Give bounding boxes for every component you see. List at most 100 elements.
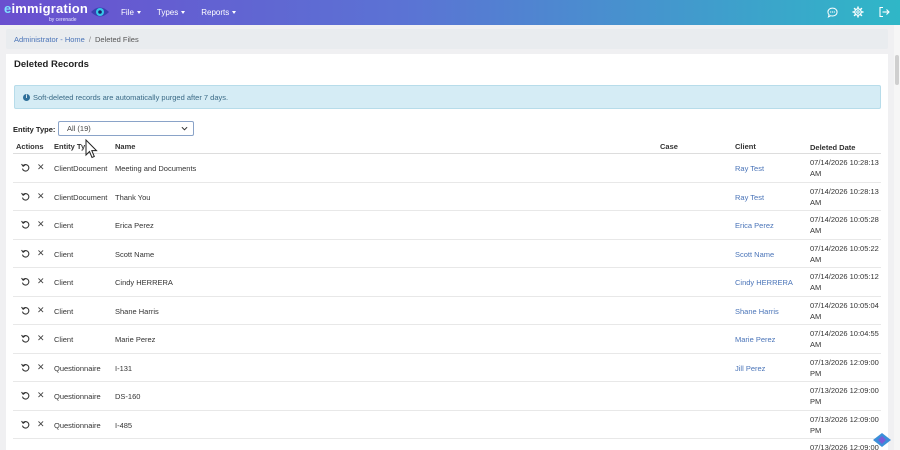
breadcrumb: Administrator - Home / Deleted Files	[6, 29, 888, 49]
permanent-delete-button[interactable]: ✕	[37, 163, 45, 172]
table-row: ✕ Questionnaire I-485 07/13/2026 12:09:00 P…	[13, 411, 881, 439]
col-entity-type[interactable]: Entity Ty	[54, 142, 85, 151]
table-row: ✕ Questionnaire DS-160 07/13/2026 12:09:00 …	[13, 382, 881, 411]
col-deleted-date[interactable]: Deleted Date	[810, 142, 880, 153]
col-client[interactable]: Client	[735, 142, 756, 151]
cell-name: Marie Perez	[115, 335, 156, 344]
logo-text: eimmigration	[4, 1, 89, 16]
cell-client-link[interactable]: Erica Perez	[735, 221, 774, 230]
cell-deleted-date: 07/14/2026 10:28:13 AM	[810, 158, 879, 178]
permanent-delete-button[interactable]: ✕	[37, 220, 45, 229]
cell-name: Cindy HERRERA	[115, 278, 173, 287]
restore-icon[interactable]	[21, 277, 30, 286]
permanent-delete-button[interactable]: ✕	[37, 277, 45, 286]
main-nav: File Types Reports	[121, 0, 237, 25]
breadcrumb-separator: /	[88, 34, 91, 44]
cell-client-link[interactable]: Cindy HERRERA	[735, 278, 793, 287]
restore-icon[interactable]	[21, 306, 30, 315]
chevron-down-icon	[181, 126, 188, 131]
cell-name: I-485	[115, 420, 133, 430]
nav-types[interactable]: Types	[157, 8, 186, 17]
table-row: ✕ Client Erica Perez Erica Perez 07/14/2026 …	[13, 211, 881, 240]
cell-entity-type: Client	[54, 249, 74, 259]
cell-entity-type: Questionnaire	[54, 392, 101, 401]
cell-deleted-date: 07/14/2026 10:04:55 AM	[810, 329, 879, 349]
cell-client-link[interactable]: Ray Test	[735, 164, 764, 173]
restore-icon[interactable]	[21, 334, 30, 343]
col-name[interactable]: Name	[115, 142, 135, 151]
page-title: Deleted Records	[14, 59, 89, 70]
entity-type-select[interactable]: All (19)	[58, 121, 194, 136]
table-row: ✕ ClientDocument Meeting and Documents Ray …	[13, 154, 881, 183]
permanent-delete-button[interactable]: ✕	[37, 305, 45, 314]
table-row: ✕ Client Marie Perez Marie Perez 07/14/2026 …	[13, 325, 881, 354]
cell-deleted-date: 07/14/2026 10:05:28 AM	[810, 215, 879, 235]
table-row: ✕ Questionnaire I-131 Jill Perez 07/13/2026 …	[13, 354, 881, 382]
cell-entity-type: Questionnaire	[54, 363, 101, 373]
table-row: ✕ Client Shane Harris Shane Harris 07/14/202…	[13, 297, 881, 325]
col-case[interactable]: Case	[660, 142, 678, 151]
info-alert: i Soft-deleted records are automatically…	[14, 85, 881, 109]
gear-icon[interactable]	[852, 5, 864, 19]
app-logo[interactable]: eimmigration by cerenade	[4, 1, 89, 24]
cell-deleted-date: 07/13/2026 12:09:00 PM	[810, 357, 879, 378]
table-row: ✕ Client Scott Name Scott Name 07/14/2026 10…	[13, 240, 881, 268]
permanent-delete-button[interactable]: ✕	[37, 362, 45, 371]
scrollbar-thumb[interactable]	[895, 55, 899, 85]
mouse-cursor-icon	[85, 139, 98, 159]
deleted-records-card: Deleted Records i Soft-deleted records a…	[6, 54, 888, 450]
top-navbar: eimmigration by cerenade File Types Repo…	[0, 0, 900, 25]
breadcrumb-home-link[interactable]: Administrator - Home	[14, 35, 85, 44]
cell-client-link[interactable]: Jill Perez	[735, 364, 765, 373]
cell-entity-type: ClientDocument	[54, 164, 108, 173]
eye-logo-icon	[91, 7, 109, 17]
floating-help-diamond-icon[interactable]	[873, 433, 891, 447]
permanent-delete-button[interactable]: ✕	[37, 248, 45, 257]
info-icon: i	[23, 93, 30, 101]
cell-name: DS-160	[115, 392, 141, 401]
breadcrumb-current: Deleted Files	[94, 34, 139, 44]
table-row: ✕ Client Cindy HERRERA Cindy HERRERA 07/14/2…	[13, 268, 881, 297]
permanent-delete-button[interactable]: ✕	[37, 191, 45, 200]
table-header: Actions Entity Ty Name Case Client Delet…	[13, 138, 881, 154]
restore-icon[interactable]	[21, 192, 30, 201]
cell-client-link[interactable]: Ray Test	[735, 193, 764, 202]
cell-deleted-date: 07/13/2026 12:09:00 PM	[810, 414, 879, 435]
cell-client-link[interactable]: Marie Perez	[735, 335, 775, 344]
chevron-down-icon	[181, 11, 186, 14]
top-icons	[826, 5, 890, 19]
deleted-records-table: Actions Entity Ty Name Case Client Delet…	[13, 138, 881, 450]
cell-entity-type: Client	[54, 221, 74, 230]
cell-client-link[interactable]: Shane Harris	[735, 307, 779, 316]
cell-entity-type: ClientDocument	[54, 192, 108, 202]
restore-icon[interactable]	[21, 163, 30, 172]
restore-icon[interactable]	[21, 363, 30, 372]
permanent-delete-button[interactable]: ✕	[37, 391, 45, 400]
cell-name: Shane Harris	[115, 306, 159, 316]
alert-text: Soft-deleted records are automatically p…	[33, 92, 229, 102]
permanent-delete-button[interactable]: ✕	[37, 419, 45, 428]
logo-subtitle: by cerenade	[49, 17, 77, 23]
table-row: ✕ ClientDocument Thank You Ray Test 07/14/20…	[13, 183, 881, 211]
page-scrollbar[interactable]	[894, 25, 900, 450]
restore-icon[interactable]	[21, 420, 30, 429]
cell-client-link[interactable]: Scott Name	[735, 250, 774, 259]
restore-icon[interactable]	[21, 220, 30, 229]
entity-type-selected-value: All (19)	[67, 124, 91, 133]
col-actions: Actions	[16, 142, 44, 151]
logout-icon[interactable]	[878, 5, 890, 19]
cell-deleted-date: 07/14/2026 10:05:22 AM	[810, 243, 879, 264]
restore-icon[interactable]	[21, 391, 30, 400]
nav-file[interactable]: File	[121, 8, 141, 17]
chat-icon[interactable]	[826, 5, 838, 19]
cell-name: Erica Perez	[115, 221, 154, 230]
cell-deleted-date: 07/13/2026 12:09:00 PM	[810, 386, 879, 406]
chevron-down-icon	[136, 11, 141, 14]
table-body: ✕ ClientDocument Meeting and Documents Ray …	[13, 154, 881, 450]
nav-reports[interactable]: Reports	[201, 8, 237, 17]
cell-entity-type: Questionnaire	[54, 420, 101, 430]
cell-name: I-131	[115, 363, 133, 373]
restore-icon[interactable]	[21, 249, 30, 258]
cell-entity-type: Client	[54, 306, 74, 316]
permanent-delete-button[interactable]: ✕	[37, 334, 45, 343]
